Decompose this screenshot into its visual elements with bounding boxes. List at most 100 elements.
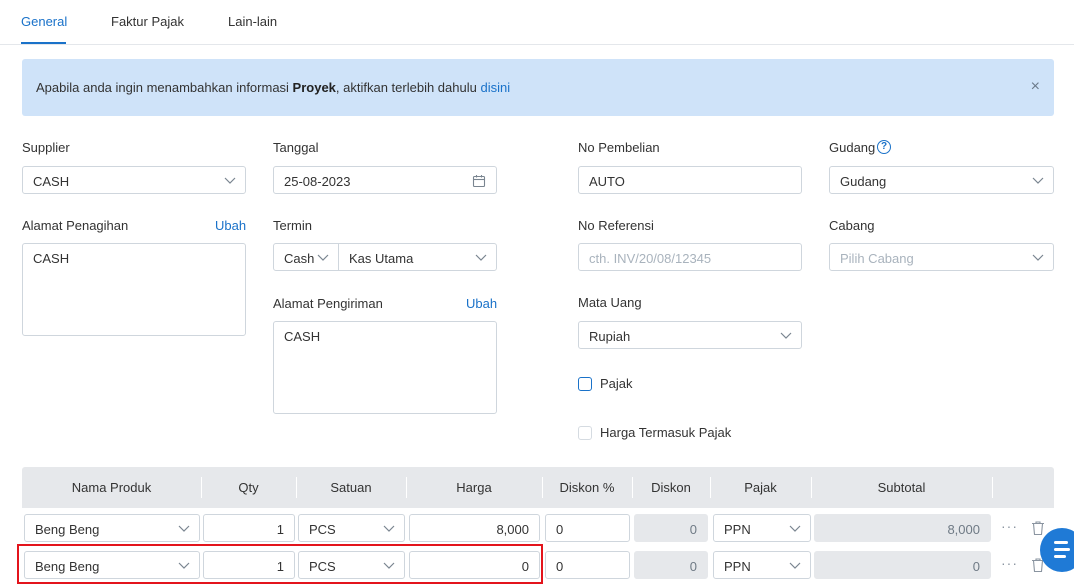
chevron-down-icon — [789, 562, 801, 569]
tab-bar: General Faktur Pajak Lain-lain — [0, 0, 1074, 45]
more-icon[interactable]: ··· — [1001, 555, 1018, 571]
highlight-box — [17, 544, 543, 584]
subtotal-value: 0 — [972, 559, 980, 574]
supplier-value: CASH — [33, 174, 70, 189]
alamat-pengiriman-value: CASH — [284, 329, 321, 344]
cabang-placeholder: Pilih Cabang — [840, 251, 914, 266]
gudang-label: Gudang — [829, 140, 876, 155]
termin-label: Termin — [273, 218, 313, 233]
gudang-value: Gudang — [840, 174, 887, 189]
product-select[interactable]: Beng Beng — [24, 514, 200, 542]
alamat-penagihan-label: Alamat Penagihan — [22, 218, 129, 233]
chevron-down-icon — [224, 177, 236, 184]
col-subtotal: Subtotal — [877, 480, 926, 495]
col-qty: Qty — [238, 480, 259, 495]
col-nama-produk: Nama Produk — [71, 480, 152, 495]
alamat-pengiriman-textarea[interactable]: CASH — [273, 321, 497, 414]
chevron-down-icon — [789, 525, 801, 532]
pajak-value: PPN — [724, 559, 751, 574]
no-pembelian-input[interactable]: AUTO — [578, 166, 802, 194]
mata-uang-value: Rupiah — [589, 329, 631, 344]
no-referensi-input[interactable]: cth. INV/20/08/12345 — [578, 243, 802, 271]
edit-alamat-penagihan-link[interactable]: Ubah — [215, 218, 246, 233]
info-banner: Apabila anda ingin menambahkan informasi… — [22, 59, 1054, 116]
close-icon[interactable]: × — [1031, 78, 1040, 96]
tanggal-value: 25-08-2023 — [284, 174, 351, 189]
tab-lain-lain[interactable]: Lain-lain — [228, 14, 277, 29]
menu-bar — [1054, 548, 1070, 551]
product-table-header: Nama Produk Qty Satuan Harga Diskon % Di… — [22, 467, 1054, 508]
product-value: Beng Beng — [35, 522, 100, 537]
termin-account-select[interactable]: Kas Utama — [338, 243, 497, 271]
chevron-down-icon — [475, 254, 487, 261]
tab-general[interactable]: General — [21, 14, 67, 29]
banner-message: Apabila anda ingin menambahkan informasi… — [36, 80, 510, 95]
qty-value: 1 — [276, 522, 284, 537]
alamat-penagihan-textarea[interactable]: CASH — [22, 243, 246, 336]
gudang-select[interactable]: Gudang — [829, 166, 1054, 194]
termin-type-value: Cash — [284, 251, 315, 266]
more-icon[interactable]: ··· — [1001, 518, 1018, 534]
menu-icon[interactable] — [1040, 528, 1074, 572]
col-diskon-pct: Diskon % — [559, 480, 615, 495]
chevron-down-icon — [780, 332, 792, 339]
col-satuan: Satuan — [330, 480, 372, 495]
chevron-down-icon — [317, 254, 329, 261]
harga-termasuk-pajak-checkbox[interactable] — [578, 426, 592, 440]
diskon-pct-input[interactable]: 0 — [545, 514, 630, 542]
alamat-penagihan-value: CASH — [33, 251, 70, 266]
diskon-pct-value: 0 — [556, 522, 564, 537]
diskon-pct-input[interactable]: 0 — [545, 551, 630, 579]
qty-input[interactable]: 1 — [203, 514, 295, 542]
diskon-value: 0 — [689, 559, 697, 574]
cabang-select[interactable]: Pilih Cabang — [829, 243, 1054, 271]
chevron-down-icon — [178, 525, 190, 532]
banner-text-before: Apabila anda ingin menambahkan informasi — [36, 80, 293, 95]
pajak-checkbox[interactable] — [578, 377, 592, 391]
col-harga: Harga — [456, 480, 492, 495]
mata-uang-label: Mata Uang — [578, 295, 642, 310]
no-pembelian-value: AUTO — [589, 174, 625, 189]
cabang-label: Cabang — [829, 218, 875, 233]
tanggal-label: Tanggal — [273, 140, 319, 155]
subtotal-value: 8,000 — [947, 522, 980, 537]
termin-type-select[interactable]: Cash — [273, 243, 339, 271]
banner-text-after: , aktifkan terlebih dahulu — [335, 80, 481, 95]
chevron-down-icon — [383, 525, 395, 532]
diskon-field: 0 — [634, 514, 708, 542]
satuan-select[interactable]: PCS — [298, 514, 405, 542]
column-divider — [992, 477, 993, 498]
mata-uang-select[interactable]: Rupiah — [578, 321, 802, 349]
calendar-icon[interactable] — [472, 174, 486, 188]
banner-link[interactable]: disini — [480, 80, 510, 95]
alamat-pengiriman-label: Alamat Pengiriman — [273, 296, 383, 311]
harga-input[interactable]: 8,000 — [409, 514, 540, 542]
tanggal-date-input[interactable]: 25-08-2023 — [273, 166, 497, 194]
help-icon[interactable]: ? — [877, 140, 891, 154]
no-pembelian-label: No Pembelian — [578, 140, 660, 155]
no-referensi-placeholder: cth. INV/20/08/12345 — [589, 251, 712, 266]
chevron-down-icon — [1032, 254, 1044, 261]
active-tab-indicator — [21, 42, 66, 44]
menu-bar — [1054, 555, 1066, 558]
diskon-pct-value: 0 — [556, 559, 564, 574]
pajak-select[interactable]: PPN — [713, 514, 811, 542]
termin-account-value: Kas Utama — [349, 251, 414, 266]
col-diskon: Diskon — [651, 480, 691, 495]
chevron-down-icon — [1032, 177, 1044, 184]
edit-alamat-pengiriman-link[interactable]: Ubah — [466, 296, 497, 311]
supplier-select[interactable]: CASH — [22, 166, 246, 194]
pajak-label: Pajak — [600, 376, 633, 391]
pajak-value: PPN — [724, 522, 751, 537]
subtotal-field: 8,000 — [814, 514, 991, 542]
harga-termasuk-pajak-label: Harga Termasuk Pajak — [600, 425, 732, 440]
supplier-label: Supplier — [22, 140, 70, 155]
pajak-select[interactable]: PPN — [713, 551, 811, 579]
diskon-field: 0 — [634, 551, 708, 579]
diskon-value: 0 — [689, 522, 697, 537]
satuan-value: PCS — [309, 522, 336, 537]
menu-bar — [1054, 541, 1068, 544]
tab-faktur-pajak[interactable]: Faktur Pajak — [111, 14, 184, 29]
no-referensi-label: No Referensi — [578, 218, 654, 233]
trash-icon[interactable] — [1031, 520, 1045, 536]
